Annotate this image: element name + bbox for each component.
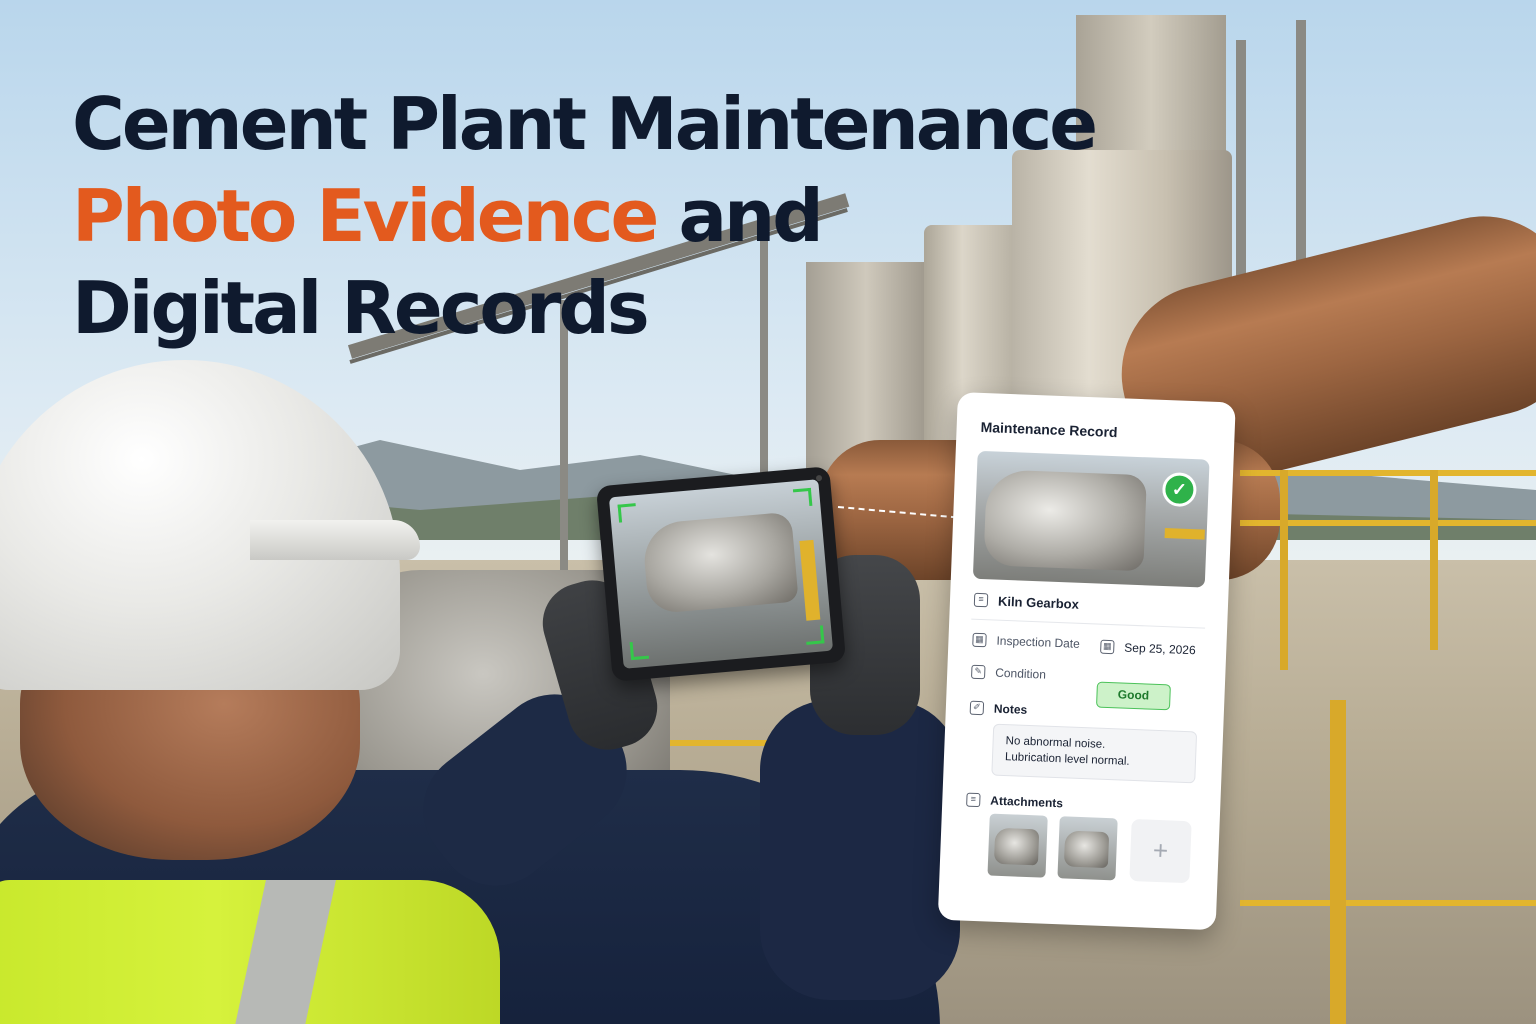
scan-frame-icon xyxy=(629,640,650,661)
scan-frame-icon xyxy=(617,503,638,523)
check-icon: ✓ xyxy=(1161,471,1198,508)
tablet xyxy=(595,466,847,682)
inspection-date-label: Inspection Date xyxy=(996,633,1081,651)
headline-line-2: Photo Evidence and xyxy=(72,170,972,262)
railing-post xyxy=(1330,700,1346,1024)
attachment-thumbnail[interactable] xyxy=(1057,816,1118,881)
thumbnail-machine-image xyxy=(993,827,1040,866)
photo-machine-image xyxy=(983,469,1147,572)
tablet-machine-image xyxy=(641,511,799,615)
notes-icon: ✐ xyxy=(969,700,985,716)
edit-icon: ✎ xyxy=(971,664,986,680)
railing-post xyxy=(1280,470,1288,670)
tablet-camera-view xyxy=(608,479,834,669)
notes-field[interactable]: No abnormal noise. Lubrication level nor… xyxy=(991,723,1198,784)
asset-name: Kiln Gearbox xyxy=(997,593,1080,612)
attachment-thumbnail[interactable] xyxy=(987,813,1048,878)
document-icon: ≡ xyxy=(973,592,989,608)
calendar-icon: ▦ xyxy=(1100,639,1115,655)
headline-line-2-rest: and xyxy=(656,174,823,258)
condition-label: Condition xyxy=(994,665,1047,682)
paperclip-icon: ≡ xyxy=(966,792,981,808)
add-attachment-button[interactable]: + xyxy=(1129,818,1192,884)
tablet-railing-image xyxy=(799,539,821,621)
preheater-tower xyxy=(1076,15,1226,165)
card-title: Maintenance Record xyxy=(980,418,1118,441)
scan-frame-icon xyxy=(792,487,813,508)
maintenance-record-card: Maintenance Record ✓ ≡ Kiln Gearbox ▦ In… xyxy=(937,392,1236,931)
headline: Cement Plant Maintenance Photo Evidence … xyxy=(72,78,1098,354)
calendar-icon: ▦ xyxy=(972,632,987,648)
scan-frame-icon xyxy=(804,625,825,645)
safety-railing xyxy=(1240,900,1536,906)
divider xyxy=(971,618,1206,629)
headline-accent: Photo Evidence xyxy=(72,174,659,258)
notes-label: Notes xyxy=(993,701,1028,717)
thumbnail-machine-image xyxy=(1063,830,1110,869)
headline-line-3: Digital Records xyxy=(72,266,650,350)
record-photo[interactable]: ✓ xyxy=(972,450,1210,588)
headline-line-1: Cement Plant Maintenance xyxy=(72,82,1098,166)
hard-hat-brim xyxy=(250,520,420,560)
photo-railing-image xyxy=(1164,528,1205,540)
attachments-label: Attachments xyxy=(990,793,1064,811)
camera-icon xyxy=(815,474,823,482)
condition-status-badge[interactable]: Good xyxy=(1095,681,1171,711)
worker-right-arm xyxy=(760,700,960,1000)
inspection-date-value[interactable]: Sep 25, 2026 xyxy=(1124,641,1196,658)
railing-post xyxy=(1430,470,1438,650)
